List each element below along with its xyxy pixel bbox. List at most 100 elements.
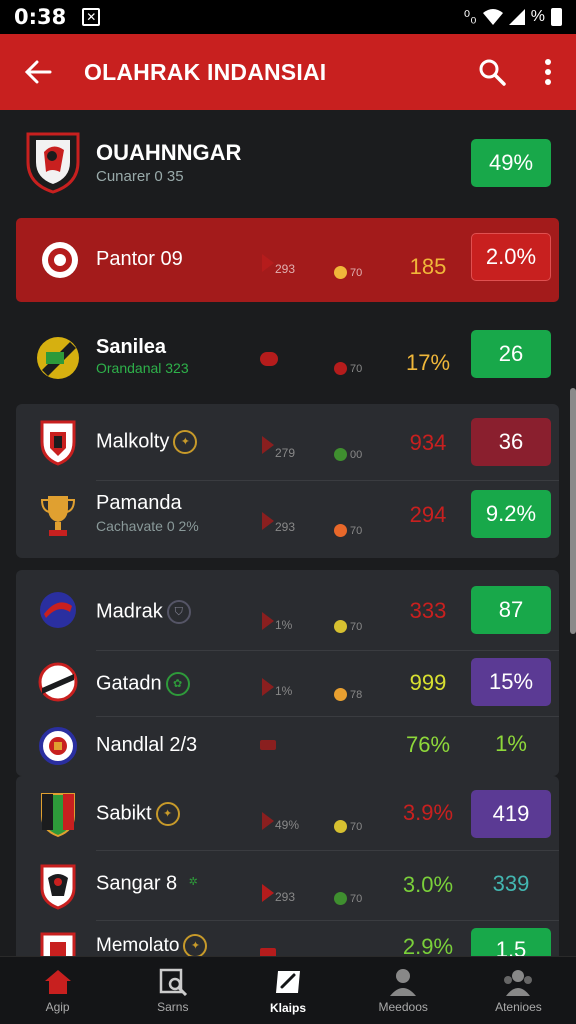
trend-value: 49% xyxy=(275,818,300,832)
trend-value: 293 xyxy=(275,262,296,276)
person-icon xyxy=(390,968,417,996)
table-row[interactable]: Pantor 09 293 70 185 2.0% xyxy=(0,218,576,302)
trend-arrow-icon xyxy=(262,812,274,830)
team-subtitle: Cachavate 0 2% xyxy=(96,518,199,534)
form-dot-icon xyxy=(334,524,347,537)
team-name: Pamanda xyxy=(96,492,182,514)
nav-item-atenioes[interactable]: Atenioes xyxy=(461,957,576,1024)
nav-item-sarns[interactable]: Sarns xyxy=(115,957,230,1024)
search-button[interactable] xyxy=(464,34,520,110)
team-logo-icon xyxy=(40,932,76,956)
scrollbar[interactable] xyxy=(570,388,576,634)
table-row[interactable]: Gatadn ✿ 1% 78 999 15% xyxy=(0,650,576,716)
more-options-button[interactable] xyxy=(520,34,576,110)
team-name: Malkolty ✦ xyxy=(96,430,198,454)
scoreboard-icon xyxy=(276,970,300,993)
bottom-navigation: Agip Sarns Klaips Meedoos Atenioes xyxy=(0,956,576,1024)
form-dot-icon xyxy=(334,362,347,375)
trend-value: 293 xyxy=(275,520,296,534)
team-stat: 76% xyxy=(405,732,451,757)
alarm-icon: ⁰₀ xyxy=(463,9,477,26)
team-value-badge: 2.0% xyxy=(471,233,551,281)
trophy-icon xyxy=(40,496,76,536)
table-row[interactable]: Sabikt ✦ 49% 70 3.9% 419 xyxy=(0,776,576,850)
team-subtitle: Orandanal 323 xyxy=(96,360,189,376)
trend-arrow-icon xyxy=(262,512,274,530)
form-dot-icon xyxy=(334,820,347,833)
people-icon xyxy=(504,969,533,996)
team-name: Gatadn ✿ xyxy=(96,672,190,696)
signal-icon xyxy=(508,9,525,25)
team-badge-icon: ✿ xyxy=(165,672,190,696)
back-button[interactable] xyxy=(0,34,76,110)
trend-value: 1% xyxy=(275,618,293,632)
team-logo-icon xyxy=(40,420,76,466)
standings-list[interactable]: OUAHNNGAR Cunarer 0 35 49% Pantor 09 293… xyxy=(0,110,576,956)
status-bar: 0:38 ✕ ⁰₀ % xyxy=(0,0,576,34)
form-dot-icon xyxy=(334,688,347,701)
form-dot-icon xyxy=(334,448,347,461)
team-logo-icon xyxy=(42,242,78,278)
form-value: 70 xyxy=(350,267,363,279)
form-dot-icon xyxy=(334,620,347,633)
featured-team-name: OUAHNNGAR xyxy=(96,140,242,165)
featured-team-subtitle: Cunarer 0 35 xyxy=(96,168,184,185)
team-name: Sangar 8 ✲ xyxy=(96,872,205,896)
featured-team[interactable]: OUAHNNGAR Cunarer 0 35 49% xyxy=(0,110,576,218)
table-row[interactable]: Pamanda Cachavate 0 2% 293 70 294 9.2% xyxy=(0,480,576,558)
document-search-icon xyxy=(159,968,187,996)
home-icon xyxy=(44,969,71,994)
nav-label: Klaips xyxy=(270,1000,307,1015)
team-value-badge: 1.5 xyxy=(471,928,551,956)
nav-label: Meedoos xyxy=(378,999,428,1014)
team-badge-icon: ✦ xyxy=(155,802,180,826)
trend-marker-icon xyxy=(260,352,278,366)
table-row[interactable]: Memolato ✦ 2.9% 1.5 xyxy=(0,920,576,956)
nav-item-meedoos[interactable]: Meedoos xyxy=(346,957,461,1024)
team-badge-icon: ✦ xyxy=(183,934,208,956)
team-value-badge: 339 xyxy=(471,860,551,908)
team-name: Pantor 09 xyxy=(96,248,183,270)
table-row[interactable]: Malkolty ✦ 279 00 934 36 xyxy=(0,404,576,480)
team-stat: 2.9% xyxy=(402,934,454,956)
team-stat: 3.9% xyxy=(402,800,454,825)
form-value: 70 xyxy=(350,363,363,375)
team-value-badge: 9.2% xyxy=(471,490,551,538)
form-dot-icon xyxy=(334,892,347,905)
team-crest-icon xyxy=(26,132,80,194)
table-row[interactable]: Sangar 8 ✲ 293 70 3.0% 339 xyxy=(0,850,576,920)
table-row[interactable]: Sanilea Orandanal 323 70 17% 26 xyxy=(0,320,576,404)
team-badge-icon: ✦ xyxy=(173,430,198,454)
team-logo-icon xyxy=(37,337,79,379)
trend-value: 1% xyxy=(275,684,293,698)
trend-arrow-icon xyxy=(262,436,274,454)
featured-value-badge: 49% xyxy=(471,139,551,187)
app-bar: OLAHRAK INDANSIAI xyxy=(0,34,576,110)
form-value: 00 xyxy=(350,449,363,461)
nav-label: Agip xyxy=(45,999,70,1014)
image-notification-icon: ✕ xyxy=(82,8,101,26)
team-logo-icon xyxy=(38,662,78,702)
table-row[interactable]: Nandlal 2/3 76% 1% xyxy=(0,716,576,776)
team-name: Memolato ✦ xyxy=(96,934,208,956)
team-stat: 17% xyxy=(405,350,451,375)
nav-item-home[interactable]: Agip xyxy=(0,957,115,1024)
nav-item-klaips[interactable]: Klaips xyxy=(230,957,345,1024)
form-value: 78 xyxy=(350,689,363,701)
team-name: Madrak ⛉ xyxy=(96,600,191,624)
team-logo-icon xyxy=(41,793,75,838)
form-value: 70 xyxy=(350,525,363,537)
more-vert-icon xyxy=(545,59,551,85)
status-time: 0:38 xyxy=(14,5,67,29)
team-logo-icon xyxy=(40,864,76,910)
battery-percent: % xyxy=(530,8,545,25)
trend-arrow-icon xyxy=(262,884,274,902)
trend-arrow-icon xyxy=(262,254,274,272)
arrow-left-icon xyxy=(24,60,52,84)
team-name: Sanilea xyxy=(96,336,167,358)
team-stat: 333 xyxy=(409,598,447,623)
team-logo-icon xyxy=(39,727,77,765)
table-row[interactable]: Madrak ⛉ 1% 70 333 87 xyxy=(0,570,576,650)
search-icon xyxy=(479,59,506,86)
team-logo-icon xyxy=(40,592,76,628)
